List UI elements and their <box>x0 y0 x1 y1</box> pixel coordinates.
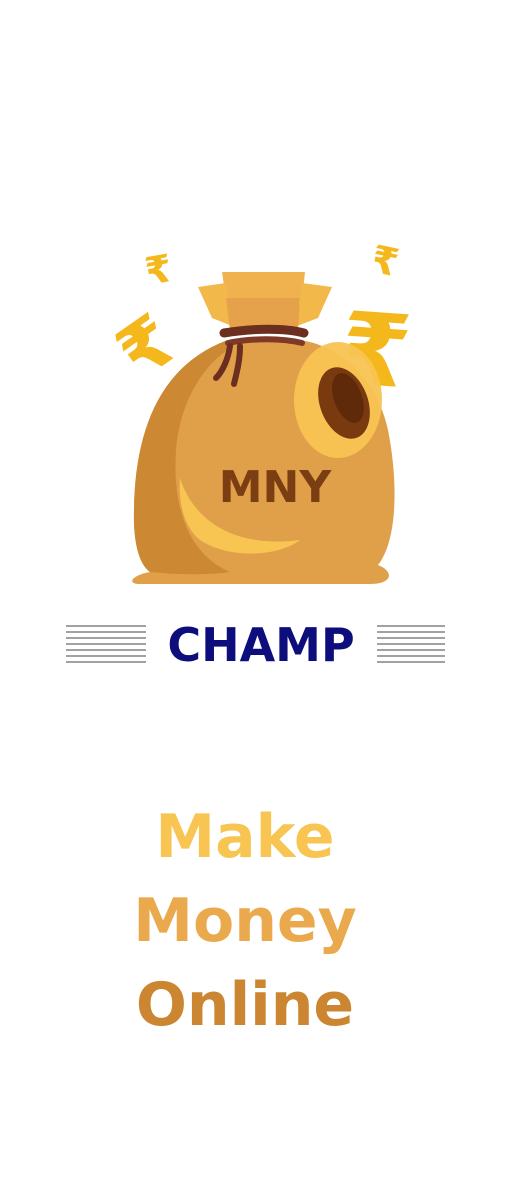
tagline-line-1: Make <box>155 802 335 872</box>
splash-screen: ₹ ₹ ₹ ₹ MNY CHAMP Make Money Online <box>0 0 506 1200</box>
tagline-line-2: Money <box>133 886 357 956</box>
svg-text:₹: ₹ <box>142 246 176 294</box>
right-decorative-lines <box>377 625 445 663</box>
tagline-line-3: Online <box>135 970 355 1040</box>
brand-name: CHAMP <box>167 618 354 672</box>
svg-text:₹: ₹ <box>368 237 403 286</box>
bag-text: MNY <box>219 462 333 513</box>
left-decorative-lines <box>66 625 146 663</box>
tagline: Make Money Online <box>0 795 490 1047</box>
app-logo: ₹ ₹ ₹ ₹ MNY CHAMP <box>0 0 506 700</box>
